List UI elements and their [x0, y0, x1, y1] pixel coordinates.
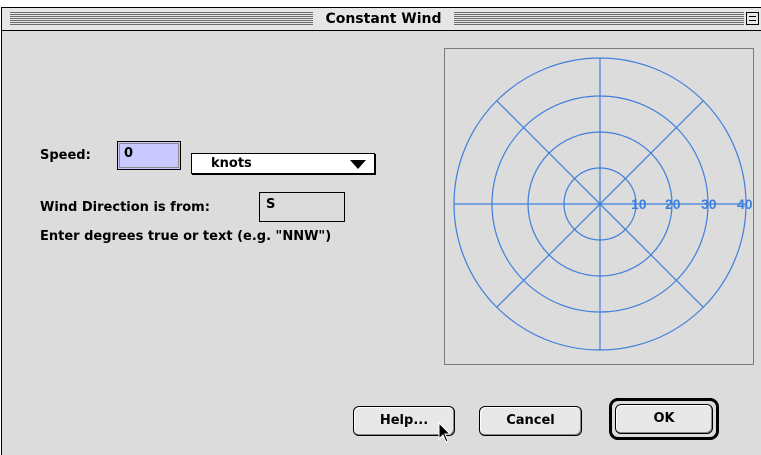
units-selected-value: knots [211, 156, 252, 171]
wind-compass-rose: 10 20 30 40 [453, 57, 753, 351]
direction-hint: Enter degrees true or text (e.g. "NNW") [40, 229, 332, 244]
title-bar[interactable]: Constant Wind [2, 8, 761, 31]
ring-label-30: 30 [701, 196, 717, 212]
ring-label-20: 20 [665, 196, 681, 212]
ring-label-40: 40 [737, 196, 753, 212]
title-bar-stripes-right [454, 12, 744, 25]
speed-input[interactable]: 0 [117, 141, 181, 170]
cancel-button[interactable]: Cancel [479, 406, 582, 436]
direction-input[interactable]: S [259, 192, 345, 222]
constant-wind-dialog: Constant Wind Speed: 0 knots Wind Direct… [1, 7, 761, 455]
ring-label-10: 10 [631, 196, 647, 212]
direction-label: Wind Direction is from: [40, 200, 210, 215]
ok-button[interactable]: OK [615, 404, 713, 434]
units-popup-menu[interactable]: knots [191, 153, 375, 174]
wind-compass-panel[interactable]: 10 20 30 40 [444, 48, 754, 365]
window-title: Constant Wind [315, 10, 452, 29]
triangle-down-icon [350, 160, 366, 169]
title-bar-stripes-left [10, 12, 313, 25]
zoom-box-icon[interactable] [746, 12, 759, 25]
arrow-cursor-icon [438, 422, 452, 443]
speed-label: Speed: [40, 148, 91, 163]
